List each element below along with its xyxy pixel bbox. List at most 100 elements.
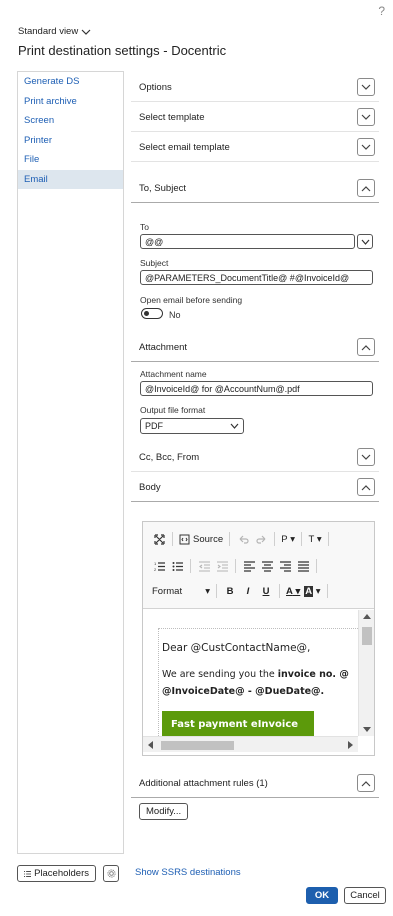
email-settings-panel: Options Select template Select email tem…: [131, 71, 379, 854]
to-input[interactable]: @@: [140, 234, 355, 249]
collapse-to-subject-button[interactable]: [357, 179, 375, 197]
chevron-up-icon: [361, 185, 371, 191]
section-to-subject[interactable]: To, Subject: [131, 175, 379, 203]
indent-icon[interactable]: [213, 557, 231, 575]
scroll-thumb[interactable]: [362, 627, 372, 645]
maximize-icon[interactable]: [150, 530, 168, 548]
collapse-attachment-button[interactable]: [357, 338, 375, 356]
section-attachment-label: Attachment: [139, 342, 188, 353]
font-color-button[interactable]: A ▾: [284, 582, 302, 600]
nav-item-printer[interactable]: Printer: [18, 131, 123, 151]
section-additional-rules[interactable]: Additional attachment rules (1): [131, 770, 379, 798]
underline-button[interactable]: U: [257, 582, 275, 600]
nav-item-file[interactable]: File: [18, 150, 123, 170]
scroll-right-icon[interactable]: [348, 741, 353, 749]
align-left-icon[interactable]: [240, 557, 258, 575]
bold-button[interactable]: B: [221, 582, 239, 600]
greeting-text: Dear @CustContactName@,: [162, 642, 311, 654]
to-dropdown-button[interactable]: [357, 234, 373, 249]
scroll-thumb[interactable]: [161, 741, 234, 750]
toolbar-separator: [216, 584, 217, 598]
chevron-down-icon: [361, 84, 371, 90]
attachment-name-label: Attachment name: [140, 369, 207, 379]
expand-options-button[interactable]: [357, 78, 375, 96]
toggle-knob: [144, 311, 149, 316]
subject-input[interactable]: @PARAMETERS_DocumentTitle@ #@InvoiceId@: [140, 270, 373, 285]
output-format-select[interactable]: PDF: [140, 418, 244, 434]
list-icon: [24, 870, 32, 877]
expand-cc-bcc-from-button[interactable]: [357, 448, 375, 466]
text-dropdown[interactable]: T ▾: [306, 530, 324, 548]
toolbar-separator: [301, 532, 303, 546]
source-button[interactable]: Source: [177, 530, 225, 548]
toolbar-separator: [328, 532, 330, 546]
view-selector[interactable]: Standard view: [18, 26, 91, 37]
open-email-toggle[interactable]: [141, 308, 163, 319]
align-center-icon[interactable]: [258, 557, 276, 575]
page-title: Print destination settings - Docentric: [18, 43, 227, 58]
section-select-template[interactable]: Select template: [131, 104, 379, 132]
collapse-body-button[interactable]: [357, 478, 375, 496]
svg-text:2: 2: [154, 567, 157, 572]
chevron-down-icon: [361, 114, 371, 120]
placeholders-button[interactable]: Placeholders: [17, 865, 96, 882]
section-select-email-template[interactable]: Select email template: [131, 134, 379, 162]
undo-icon[interactable]: [234, 530, 252, 548]
expand-select-template-button[interactable]: [357, 108, 375, 126]
redo-icon[interactable]: [252, 530, 270, 548]
justify-icon[interactable]: [294, 557, 312, 575]
fast-payment-button: Fast payment eInvoice: [162, 711, 314, 736]
help-icon[interactable]: ?: [378, 4, 385, 18]
text-label: T: [308, 533, 315, 545]
open-email-label: Open email before sending: [140, 295, 243, 305]
bulleted-list-icon[interactable]: [168, 557, 186, 575]
editor-content[interactable]: Dear @CustContactName@, We are sending y…: [143, 610, 358, 736]
font-color-icon: A: [286, 585, 293, 597]
scroll-left-icon[interactable]: [148, 741, 153, 749]
outdent-icon[interactable]: [195, 557, 213, 575]
toolbar-separator: [235, 559, 236, 573]
svg-text:1: 1: [154, 561, 157, 566]
body-editor: Source P ▾ T ▾ 12 Format ▾ B I U A ▾ A ▾…: [142, 521, 375, 756]
toolbar-separator: [229, 532, 231, 546]
attachment-name-input[interactable]: @InvoiceId@ for @AccountNum@.pdf: [140, 381, 373, 396]
background-color-button[interactable]: A ▾: [302, 582, 322, 600]
italic-button[interactable]: I: [239, 582, 257, 600]
section-body[interactable]: Body: [131, 474, 379, 502]
section-cc-bcc-from[interactable]: Cc, Bcc, From: [131, 444, 379, 472]
section-options[interactable]: Options: [131, 74, 379, 102]
modify-button[interactable]: Modify...: [139, 803, 189, 820]
nav-item-generate-ds[interactable]: Generate DS: [18, 72, 123, 92]
chevron-up-icon: [361, 780, 371, 786]
section-attachment[interactable]: Attachment: [131, 334, 379, 362]
nav-item-email[interactable]: Email: [18, 169, 123, 189]
collapse-additional-rules-button[interactable]: [357, 774, 375, 792]
align-right-icon[interactable]: [276, 557, 294, 575]
nav-item-print-archive[interactable]: Print archive: [18, 92, 123, 112]
chevron-up-icon: [361, 344, 371, 350]
format-dropdown[interactable]: Format ▾: [150, 582, 212, 600]
nav-item-screen[interactable]: Screen: [18, 111, 123, 131]
subject-label: Subject: [140, 258, 169, 268]
ok-button[interactable]: OK: [306, 887, 338, 904]
paragraph-label: P: [281, 533, 288, 545]
sending-bold: invoice no. @: [277, 669, 349, 680]
editor-vertical-scrollbar[interactable]: [358, 610, 374, 736]
section-select-template-label: Select template: [139, 112, 205, 123]
output-format-value: PDF: [145, 421, 163, 431]
scroll-up-icon[interactable]: [363, 614, 371, 619]
source-icon: [179, 534, 190, 544]
scroll-down-icon[interactable]: [363, 727, 371, 732]
settings-button[interactable]: [103, 865, 119, 882]
background-color-icon: A: [304, 585, 314, 597]
cancel-button[interactable]: Cancel: [344, 887, 386, 904]
show-ssrs-link[interactable]: Show SSRS destinations: [135, 867, 241, 878]
view-label: Standard view: [18, 26, 79, 37]
expand-select-email-template-button[interactable]: [357, 138, 375, 156]
numbered-list-icon[interactable]: 12: [150, 557, 168, 575]
chevron-down-icon: [81, 29, 91, 35]
toolbar-separator: [279, 584, 280, 598]
editor-horizontal-scrollbar[interactable]: [143, 736, 358, 752]
dates-text: @InvoiceDate@ - @DueDate@.: [162, 686, 325, 697]
paragraph-dropdown[interactable]: P ▾: [279, 530, 297, 548]
